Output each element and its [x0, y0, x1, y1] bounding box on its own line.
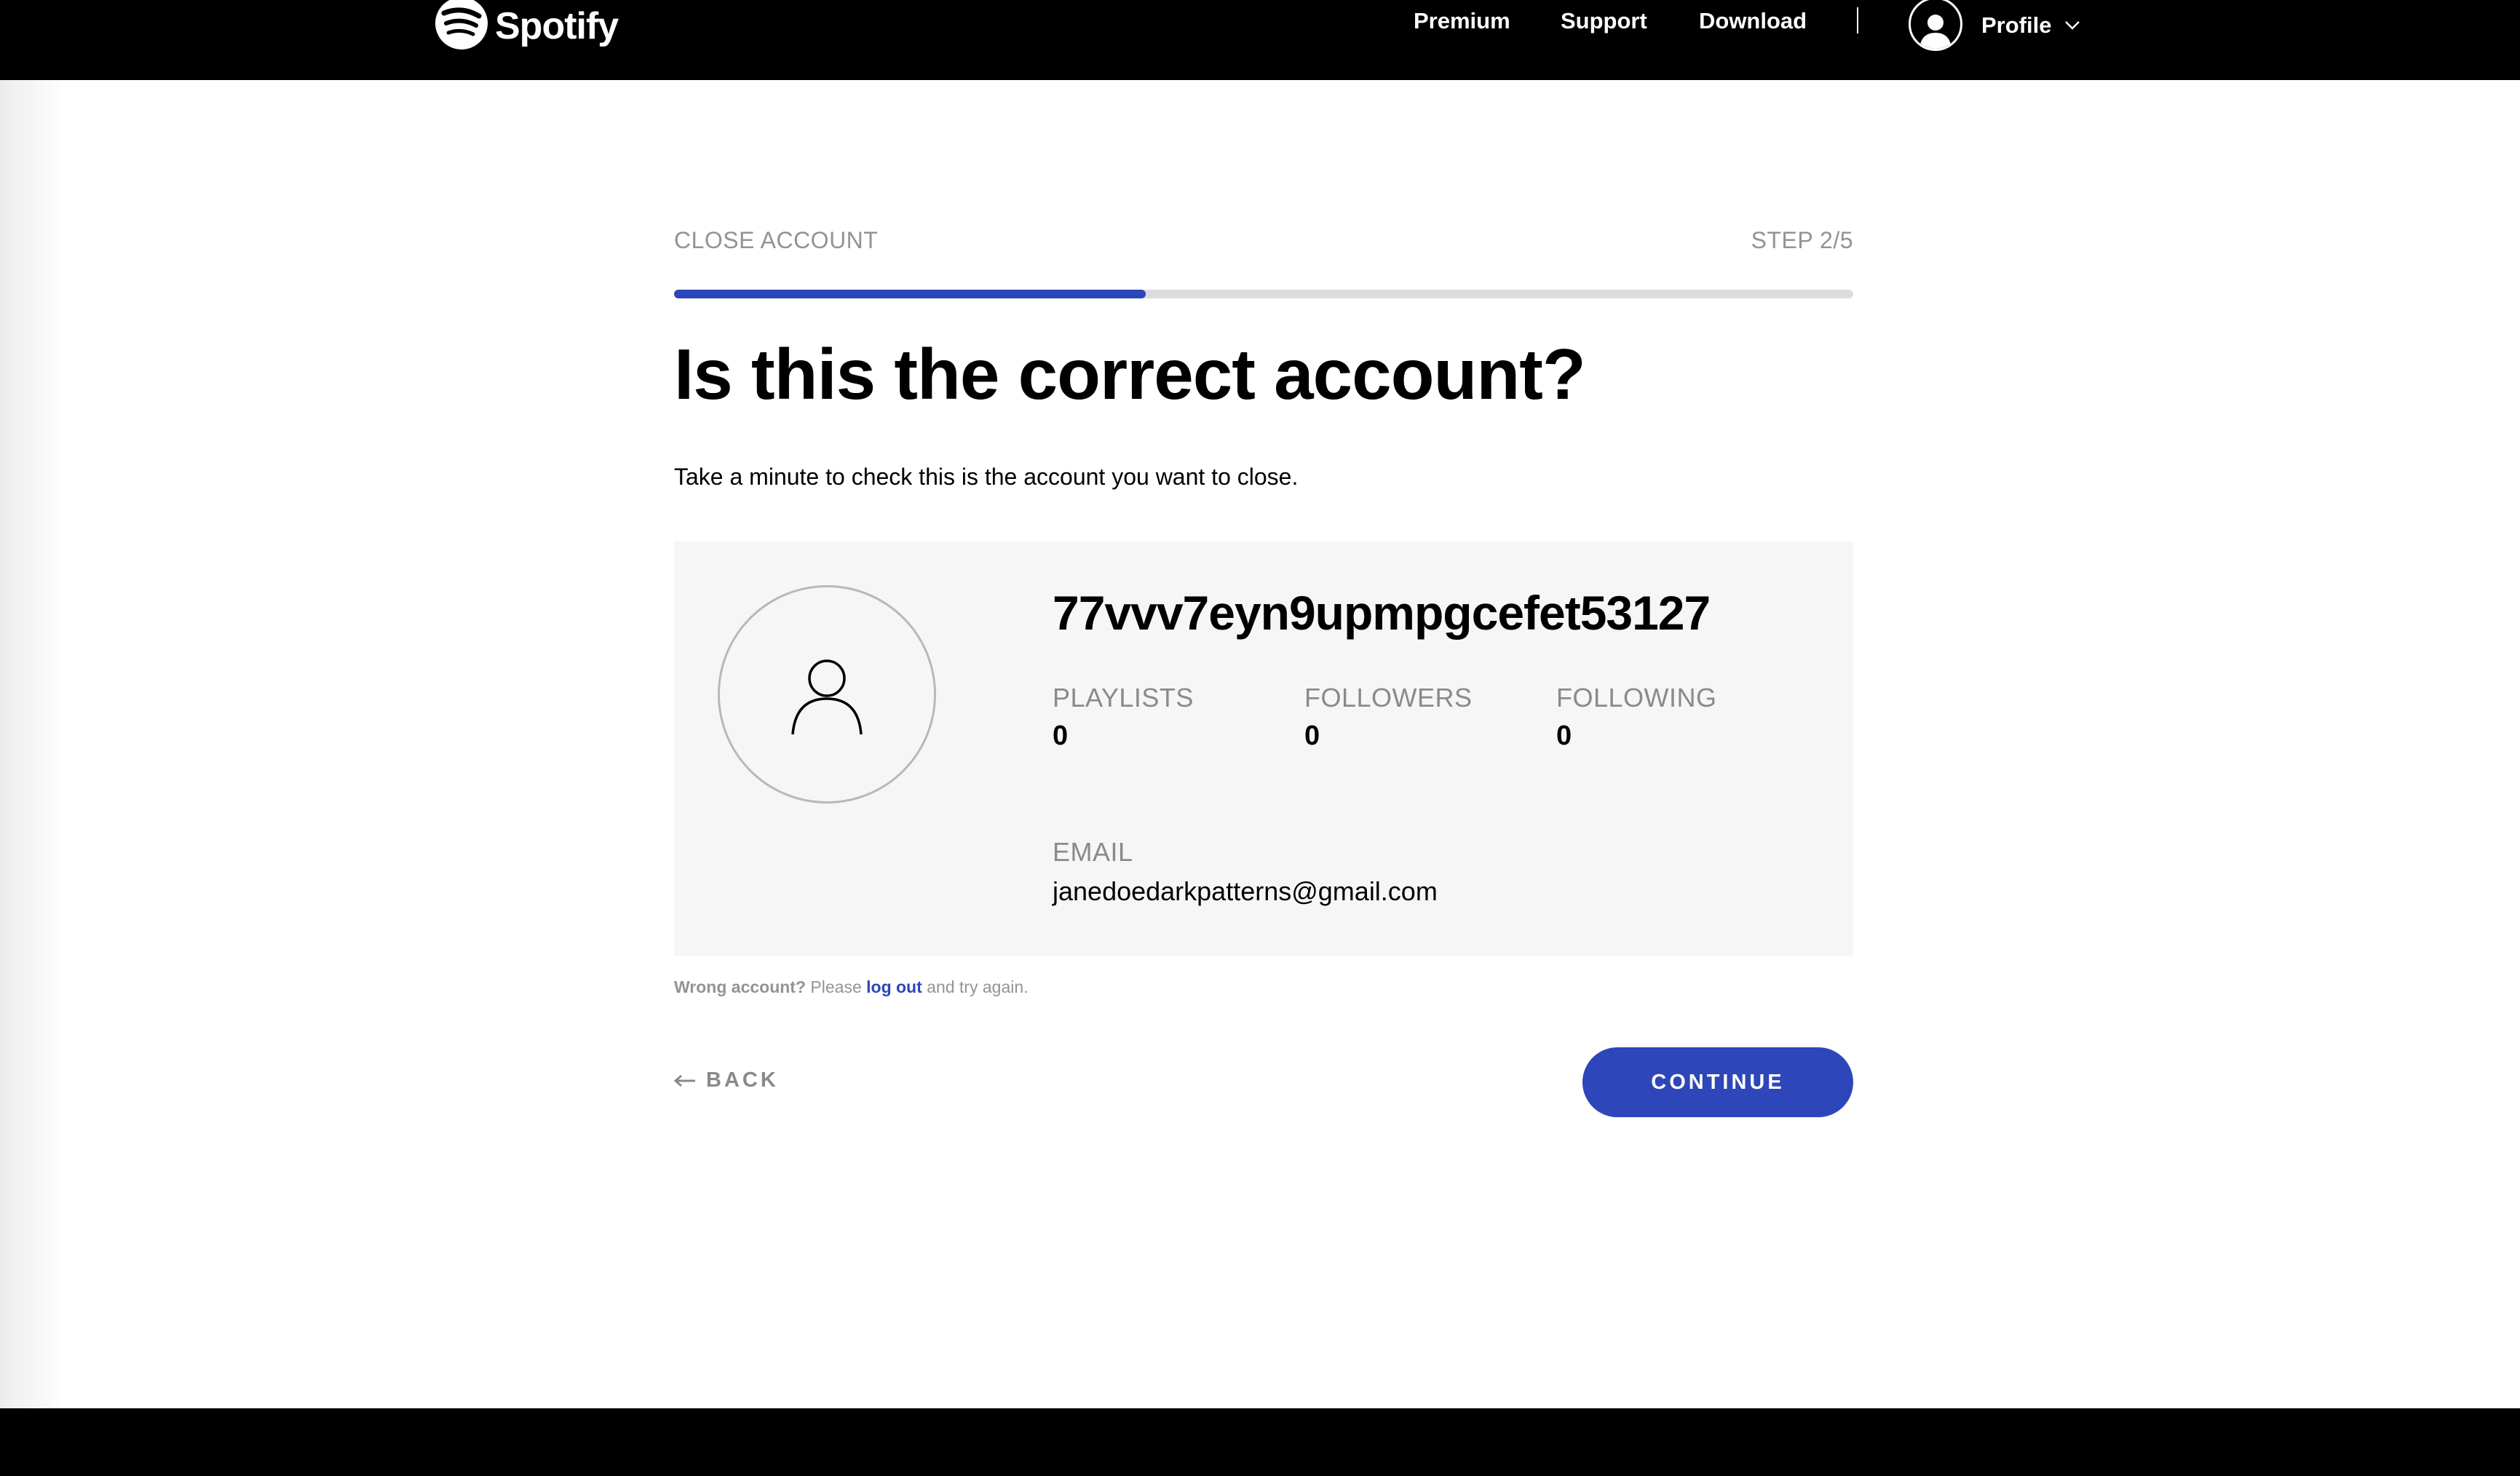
wrong-account-notice: Wrong account? Please log out and try ag…	[674, 977, 1029, 997]
back-button[interactable]: BACK	[674, 1068, 779, 1092]
profile-label: Profile	[1981, 12, 2052, 38]
email-value: janedoedarkpatterns@gmail.com	[1053, 876, 1438, 906]
stat-playlists: PLAYLISTS 0	[1053, 683, 1194, 752]
stat-label: FOLLOWING	[1556, 683, 1717, 713]
user-icon	[1909, 0, 1962, 51]
account-username: 77vvv7eyn9upmpgcefet53127	[1053, 586, 1711, 640]
stat-value: 0	[1556, 721, 1572, 751]
account-avatar	[718, 585, 936, 804]
email-label: EMAIL	[1053, 837, 1133, 867]
chevron-down-icon	[2065, 21, 2080, 30]
log-out-link[interactable]: log out	[866, 977, 922, 996]
stat-following: FOLLOWING 0	[1556, 683, 1717, 752]
wrong-account-middle: Please	[810, 977, 862, 996]
stat-followers: FOLLOWERS 0	[1304, 683, 1473, 752]
nav-item-support[interactable]: Support	[1561, 0, 1647, 42]
nav-premium-link[interactable]: Premium	[1414, 8, 1510, 34]
brand-name: Spotify	[495, 5, 619, 47]
top-navigation-bar: Spotify Premium Support Download Profile	[0, 0, 2520, 80]
stat-label: FOLLOWERS	[1304, 683, 1473, 713]
stat-value: 0	[1053, 721, 1069, 751]
account-summary-card: 77vvv7eyn9upmpgcefet53127 PLAYLISTS 0 FO…	[674, 541, 1853, 956]
nav-support-link[interactable]: Support	[1561, 8, 1647, 34]
back-button-label: BACK	[706, 1068, 779, 1092]
page-description: Take a minute to check this is the accou…	[674, 464, 1299, 490]
stat-value: 0	[1304, 721, 1320, 751]
progress-bar	[674, 290, 1853, 298]
wrong-account-suffix: and try again.	[927, 977, 1029, 996]
continue-button[interactable]: CONTINUE	[1582, 1047, 1853, 1117]
progress-bar-fill	[674, 290, 1146, 298]
arrow-left-icon	[674, 1074, 696, 1087]
step-indicator: STEP 2/5	[1751, 227, 1853, 253]
nav-download-link[interactable]: Download	[1699, 8, 1807, 34]
nav-item-premium[interactable]: Premium	[1414, 0, 1510, 42]
nav-item-download[interactable]: Download	[1699, 0, 1807, 42]
user-outline-icon	[791, 659, 863, 735]
nav-separator	[1857, 7, 1858, 33]
page-title: Is this the correct account?	[674, 334, 1586, 414]
account-email: EMAIL janedoedarkpatterns@gmail.com	[1053, 837, 1438, 907]
stat-label: PLAYLISTS	[1053, 683, 1194, 713]
page-footer	[0, 1408, 2520, 1476]
left-edge-shadow	[0, 80, 66, 1409]
wrong-account-prefix: Wrong account?	[674, 977, 807, 996]
spotify-logo[interactable]: Spotify	[434, 0, 619, 52]
flow-title: CLOSE ACCOUNT	[674, 227, 879, 253]
spotify-logo-icon	[435, 0, 488, 49]
profile-menu-button[interactable]: Profile	[1909, 0, 2080, 51]
